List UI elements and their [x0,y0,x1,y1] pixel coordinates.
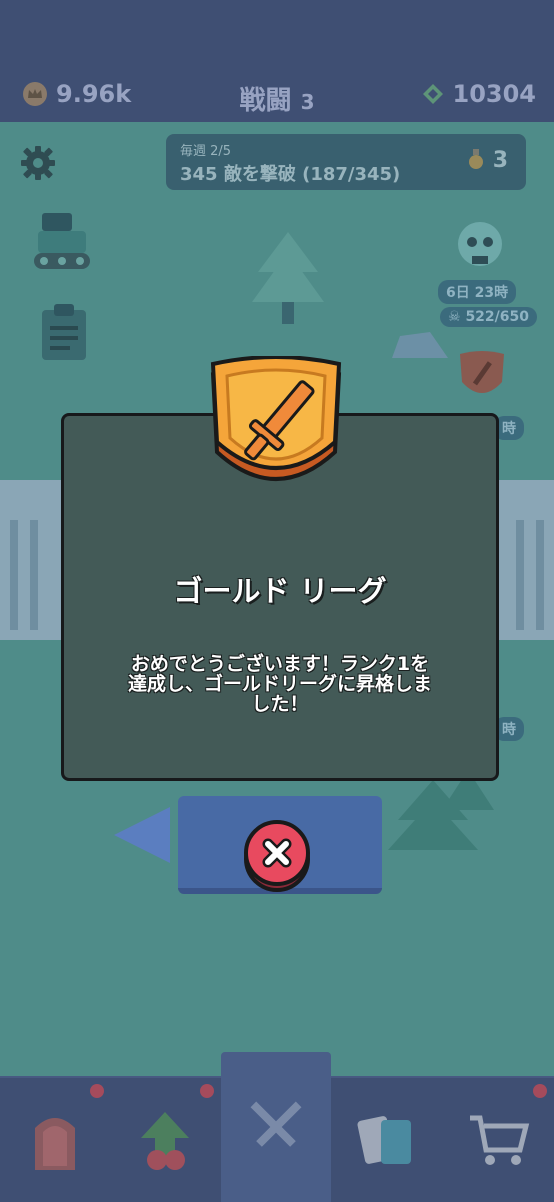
crossed-swords-icon [250,1101,302,1147]
tree-icon [388,770,494,850]
notification-dot [533,1084,547,1098]
close-icon [262,838,292,868]
tab-shop-door[interactable] [0,1078,110,1202]
rock-icon [392,332,448,358]
potion-icon [469,149,484,169]
close-button[interactable] [242,818,312,892]
gem-counter: 10304 [421,80,537,108]
notification-dot [200,1084,214,1098]
tree-icon [252,232,324,324]
bottom-nav [0,1052,554,1202]
tab-cart[interactable] [443,1078,553,1202]
cart-icon [470,1115,530,1165]
quest-reward: 3 [467,148,508,173]
door-icon [35,1118,75,1170]
back-arrow-icon[interactable] [110,805,176,865]
upgrade-arrow-icon [141,1112,189,1170]
skull-event-icon[interactable] [450,210,510,274]
gear-icon[interactable] [20,145,56,181]
gem-icon [422,84,443,104]
building-left-icon [0,480,62,640]
event-time-left: 6日 23時 [438,280,517,304]
skull-small-icon: ☠ [448,309,461,325]
event-progress-text: 522/650 [465,309,529,325]
clipboard-icon[interactable] [36,300,92,364]
tab-cards[interactable] [332,1078,442,1202]
page-title-level: 3 [300,90,315,114]
cards-icon [357,1116,411,1164]
gold-league-badge-icon [210,356,342,481]
page-title-text: 戦闘 [239,86,292,116]
event-progress: ☠ 522/650 [440,307,537,327]
quest-reward-count: 3 [492,148,508,173]
quest-period: 毎週 2/5 [180,144,232,159]
dialog-title: ゴールド リーグ [173,574,387,608]
building-right-icon [494,480,554,640]
top-bar: 9.96k 戦闘 3 10304 [0,0,554,122]
dialog-message: おめでとうございます！ランク1を達成し、ゴールドリーグに昇格しました！ [127,653,432,715]
quest-text: 345 敵を撃破 (187/345) [180,164,401,185]
sword-shield-icon[interactable] [456,348,508,406]
notification-dot [90,1084,104,1098]
tank-icon[interactable] [30,205,94,275]
tab-battle[interactable] [221,1052,331,1202]
tab-upgrades[interactable] [110,1078,220,1202]
gem-value: 10304 [452,80,537,108]
weekly-quest-panel[interactable]: 毎週 2/5 345 敵を撃破 (187/345) 3 [166,134,526,190]
